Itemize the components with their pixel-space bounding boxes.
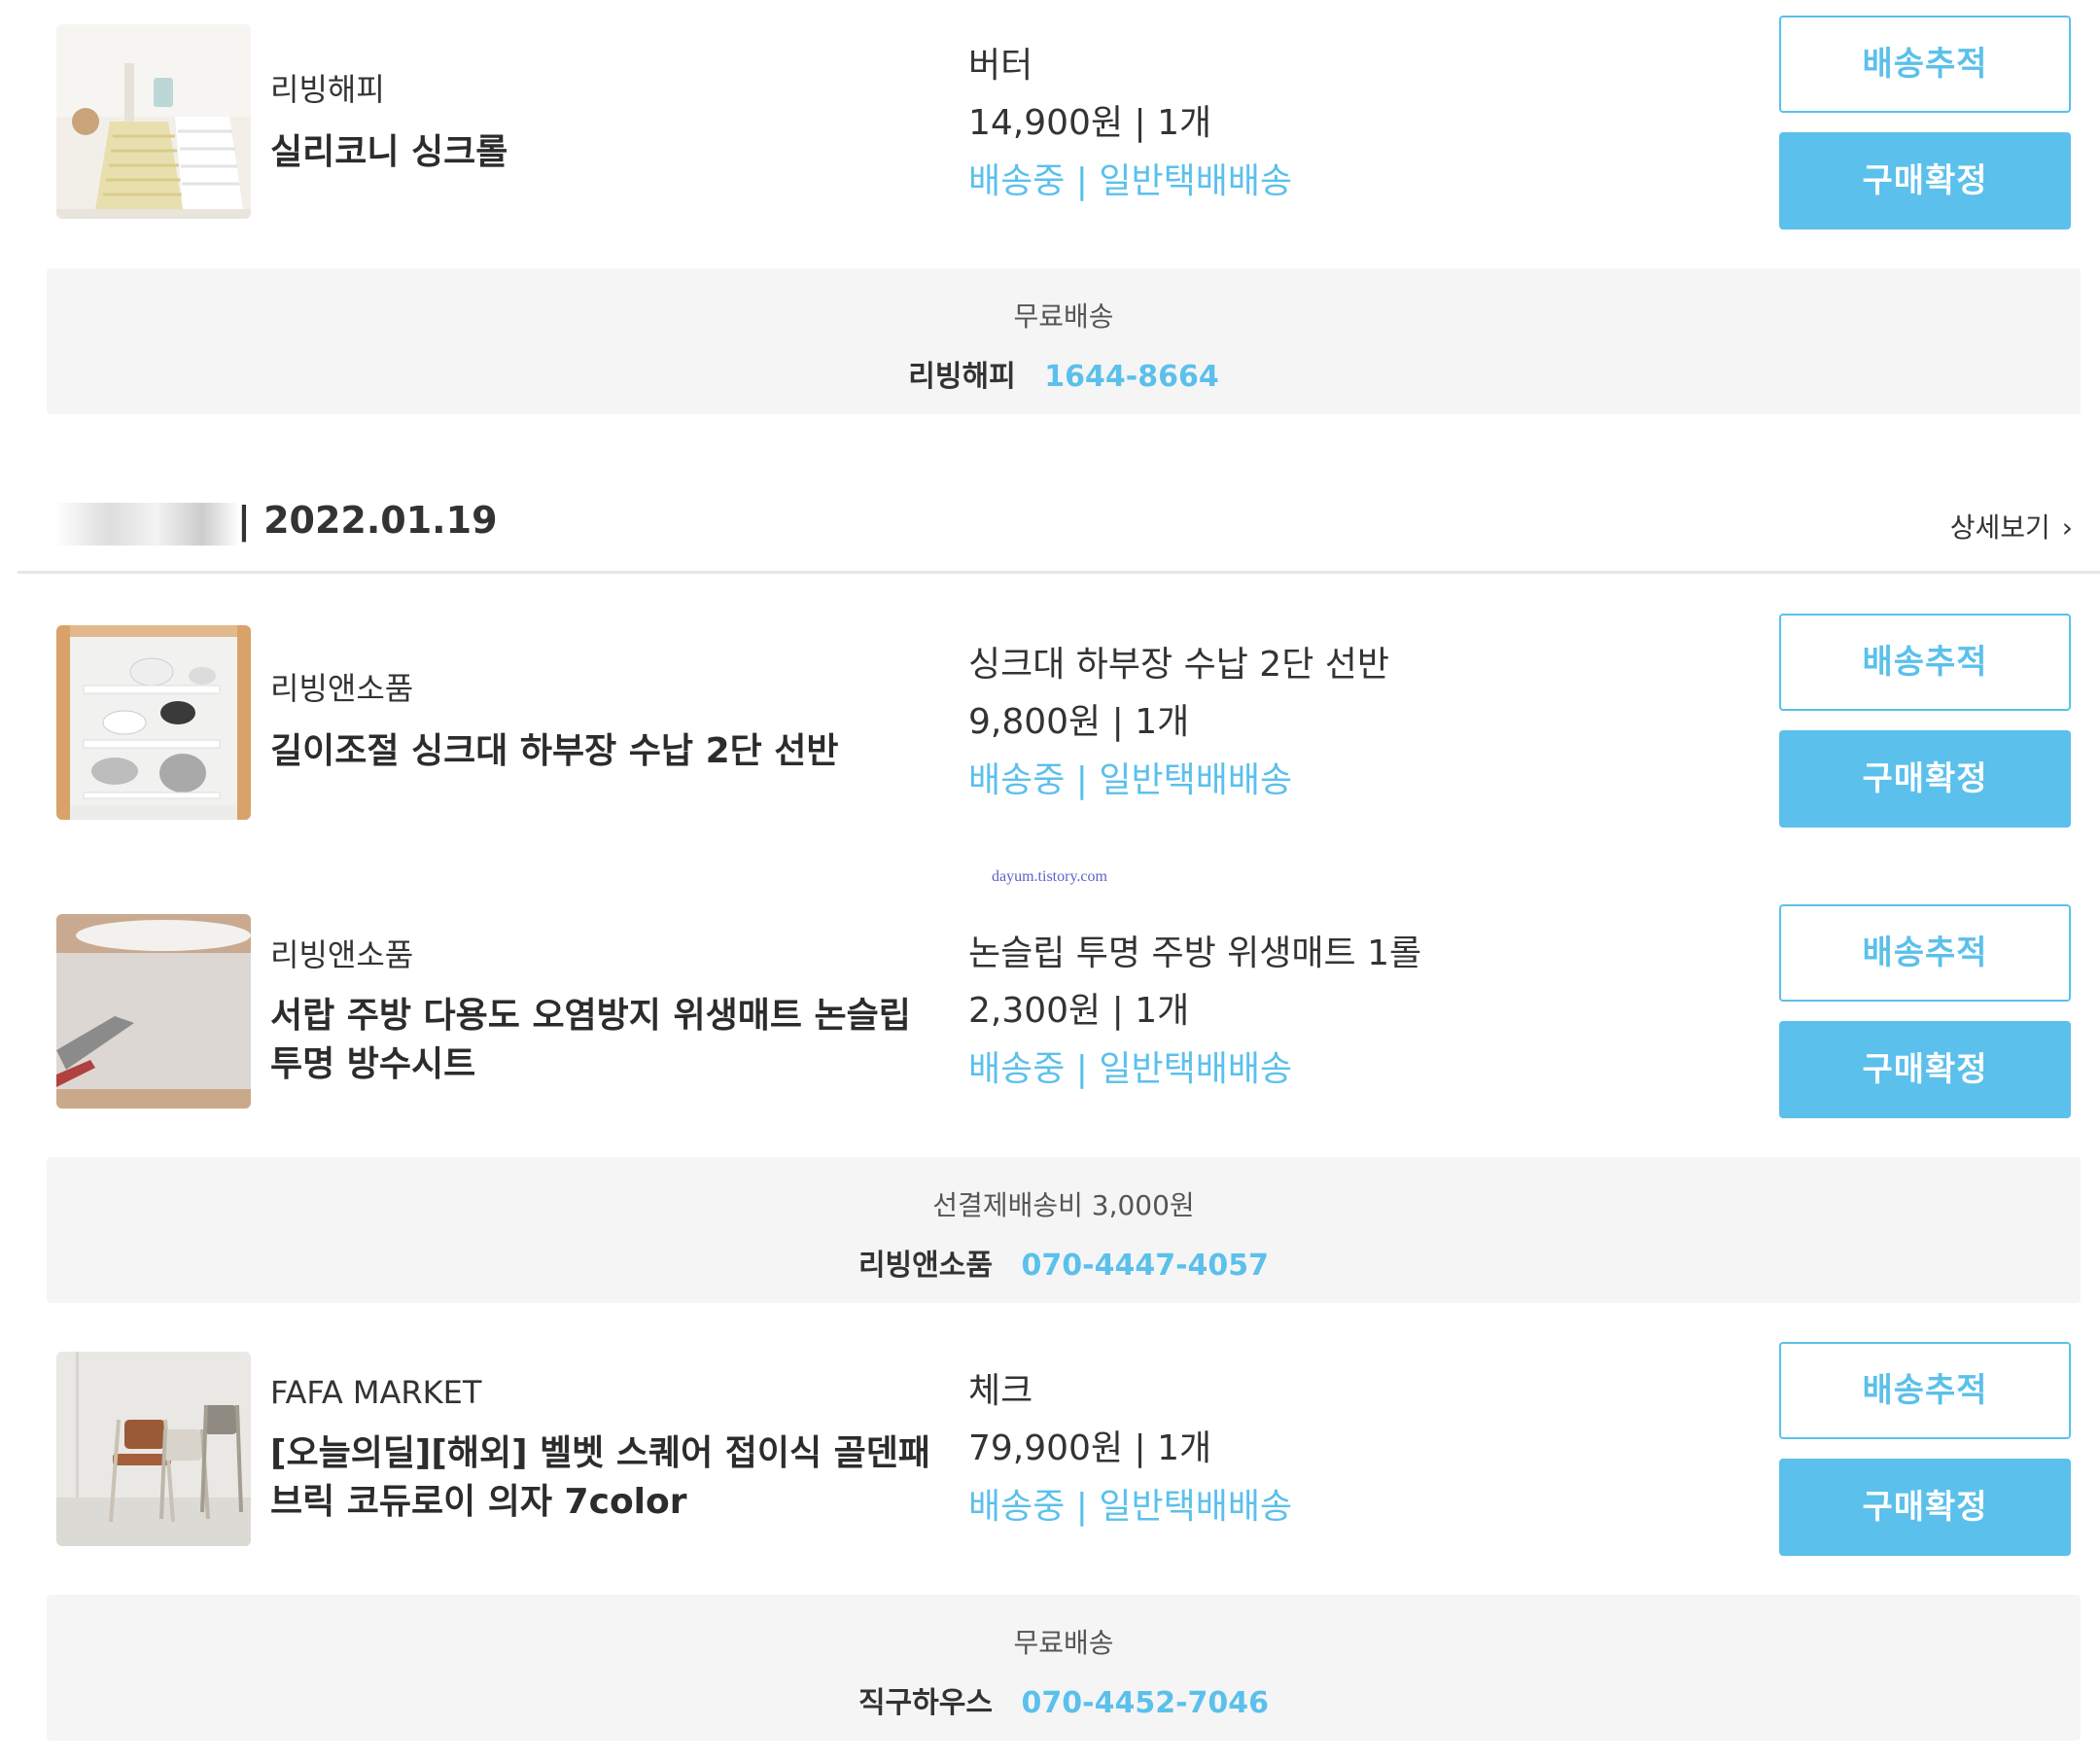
product-image-shelf[interactable] [56, 625, 251, 820]
shipping-fee: 무료배송 [1013, 300, 1114, 333]
order-date: | 2022.01.19 [237, 499, 498, 542]
shipping-company: 직구하우스 [858, 1686, 993, 1720]
watermark: dayum.tistory.com [992, 868, 1107, 885]
confirm-purchase-button[interactable]: 구매확정 [1779, 730, 2071, 828]
seller-contact: 리빙앤소품 070-4447-4057 [47, 1241, 2081, 1284]
track-delivery-button[interactable]: 배송추적 [1779, 904, 2071, 1002]
order-header: | 2022.01.19 상세보기 › [18, 491, 2100, 574]
order-item: FAFA MARKET [오늘의딜][해외] 벨벳 스퀘어 접이식 골덴패브릭 … [0, 1342, 2100, 1556]
seller-contact: 직구하우스 070-4452-7046 [47, 1678, 2081, 1721]
track-delivery-button[interactable]: 배송추적 [1779, 1342, 2071, 1439]
shipping-fee: 선결제배송비 3,000원 [932, 1189, 1195, 1221]
delivery-status: 배송중 | 일반택배배송 [968, 760, 1293, 800]
shipping-info-box: 무료배송 직구하우스 070-4452-7046 [47, 1595, 2081, 1741]
shipping-company: 리빙앤소품 [858, 1249, 993, 1283]
shipping-company: 리빙해피 [908, 360, 1016, 394]
product-image-mat[interactable] [56, 914, 251, 1109]
price-quantity: 2,300원 | 1개 [968, 991, 1190, 1031]
order-number-blurred [54, 503, 239, 546]
delivery-status: 배송중 | 일반택배배송 [968, 1049, 1293, 1089]
seller-phone[interactable]: 070-4452-7046 [1022, 1686, 1270, 1720]
confirm-purchase-button[interactable]: 구매확정 [1779, 132, 2071, 229]
product-name[interactable]: 서랍 주방 다용도 오염방지 위생매트 논슬립 투명 방수시트 [270, 992, 931, 1089]
price-quantity: 9,800원 | 1개 [968, 702, 1190, 742]
price-quantity: 14,900원 | 1개 [968, 103, 1212, 143]
seller-name: FAFA MARKET [270, 1374, 482, 1411]
track-delivery-button[interactable]: 배송추적 [1779, 16, 2071, 113]
delivery-status: 배송중 | 일반택배배송 [968, 1487, 1293, 1527]
confirm-purchase-button[interactable]: 구매확정 [1779, 1459, 2071, 1556]
seller-name: 리빙앤소품 [270, 670, 414, 707]
seller-contact: 리빙해피 1644-8664 [47, 352, 2081, 395]
order-item: 리빙앤소품 서랍 주방 다용도 오염방지 위생매트 논슬립 투명 방수시트 논슬… [0, 904, 2100, 1118]
chevron-right-icon: › [2061, 511, 2073, 544]
product-name[interactable]: [오늘의딜][해외] 벨벳 스퀘어 접이식 골덴패브릭 코듀로이 의자 7col… [270, 1429, 931, 1527]
price-quantity: 79,900원 | 1개 [968, 1428, 1212, 1468]
product-option: 버터 [968, 46, 1033, 86]
delivery-status: 배송중 | 일반택배배송 [968, 161, 1293, 201]
product-option: 체크 [968, 1371, 1033, 1411]
shipping-fee: 무료배송 [1013, 1627, 1114, 1659]
seller-phone[interactable]: 070-4447-4057 [1022, 1249, 1270, 1283]
product-option: 싱크대 하부장 수납 2단 선반 [968, 645, 1389, 685]
track-delivery-button[interactable]: 배송추적 [1779, 614, 2071, 711]
product-image-sink-roll[interactable] [56, 24, 251, 219]
order-item: 리빙해피 실리코니 싱크롤 버터 14,900원 | 1개 배송중 | 일반택배… [0, 16, 2100, 229]
product-name[interactable]: 길이조절 싱크대 하부장 수납 2단 선반 [270, 727, 931, 776]
product-option: 논슬립 투명 주방 위생매트 1롤 [968, 934, 1422, 973]
seller-name: 리빙해피 [270, 71, 385, 108]
shipping-info-box: 무료배송 리빙해피 1644-8664 [47, 268, 2081, 414]
view-details-label: 상세보기 [1949, 511, 2050, 544]
confirm-purchase-button[interactable]: 구매확정 [1779, 1021, 2071, 1118]
view-details-link[interactable]: 상세보기 › [1950, 507, 2073, 546]
shipping-info-box: 선결제배송비 3,000원 리빙앤소품 070-4447-4057 [47, 1157, 2081, 1303]
order-item: 리빙앤소품 길이조절 싱크대 하부장 수납 2단 선반 싱크대 하부장 수납 2… [0, 614, 2100, 829]
seller-name: 리빙앤소품 [270, 936, 414, 973]
seller-phone[interactable]: 1644-8664 [1044, 360, 1218, 394]
product-name[interactable]: 실리코니 싱크롤 [270, 128, 931, 177]
order-list: 리빙해피 실리코니 싱크롤 버터 14,900원 | 1개 배송중 | 일반택배… [0, 0, 2100, 1762]
product-image-chair[interactable] [56, 1352, 251, 1546]
